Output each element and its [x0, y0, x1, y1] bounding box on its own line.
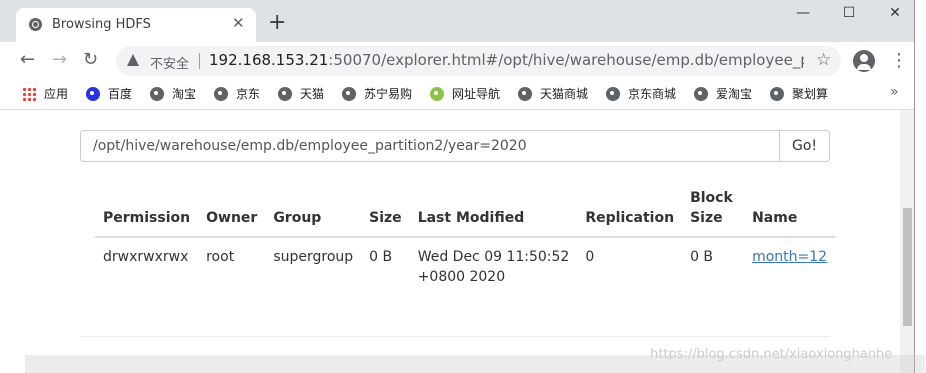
col-size[interactable]: Size	[361, 188, 410, 238]
minimize-icon[interactable]: —	[790, 5, 816, 27]
bookmark-hao[interactable]: 网址导航	[430, 85, 500, 102]
more-menu-icon[interactable]: ⋮	[890, 50, 908, 71]
directory-link[interactable]: month=12	[752, 249, 827, 265]
bookmark-suning[interactable]: 苏宁易购	[342, 85, 412, 102]
bookmarks-bar: 应用 百度 淘宝 京东 天猫 苏宁易购 网址导航 天猫商城 京东商城 爱淘宝 聚…	[0, 79, 914, 110]
forward-arrow-icon[interactable]: →	[52, 49, 67, 70]
hao-icon	[430, 87, 444, 101]
col-permission[interactable]: Permission	[95, 188, 199, 238]
url-path: :50070/explorer.html#/opt/hive/warehouse…	[328, 51, 804, 69]
globe-icon	[214, 87, 228, 101]
last-modified-line-2: +0800 2020	[417, 269, 506, 285]
table-row: drwxrwxrwx root supergroup 0 B Wed Dec 0…	[95, 237, 835, 295]
baidu-icon	[86, 87, 100, 101]
col-last-modified[interactable]: Last Modified	[409, 188, 578, 238]
chevron-right-icon[interactable]: »	[890, 84, 899, 100]
address-bar[interactable]: 不安全 192.168.153.21:50070/explorer.html#/…	[116, 46, 841, 76]
address-separator	[199, 53, 200, 69]
close-window-icon[interactable]: ✕	[882, 5, 908, 27]
globe-icon	[342, 87, 356, 101]
globe-icon	[770, 87, 784, 101]
back-arrow-icon[interactable]: ←	[20, 49, 35, 70]
globe-icon	[278, 87, 292, 101]
url-host: 192.168.153.21	[209, 51, 329, 69]
bookmark-juhuasuan[interactable]: 聚划算	[770, 85, 828, 102]
cell-permission: drwxrwxrwx	[103, 249, 189, 265]
bookmark-label: 网址导航	[452, 87, 501, 101]
bookmark-label: 京东商城	[628, 87, 677, 101]
bookmark-taobao[interactable]: 淘宝	[150, 85, 196, 102]
bookmark-label: 聚划算	[792, 87, 829, 101]
col-replication[interactable]: Replication	[577, 188, 683, 238]
insecure-label[interactable]: 不安全	[150, 53, 189, 72]
cell-group: supergroup	[273, 249, 354, 265]
warning-icon	[127, 54, 139, 66]
cell-name: month=12	[744, 237, 835, 295]
bookmark-label: 天猫商城	[540, 87, 589, 101]
bookmark-label: 百度	[108, 87, 133, 101]
cell-replication: 0	[585, 249, 595, 265]
globe-icon	[29, 18, 42, 31]
maximize-icon[interactable]: ☐	[836, 5, 862, 27]
cell-block-size: 0 B	[690, 249, 714, 265]
bookmark-label: 苏宁易购	[364, 87, 413, 101]
col-name[interactable]: Name	[744, 188, 836, 238]
path-input[interactable]	[80, 130, 780, 162]
bookmark-jd-mall[interactable]: 京东商城	[606, 85, 676, 102]
close-tab-icon[interactable]: ✕	[232, 14, 245, 32]
go-button[interactable]: Go!	[779, 130, 830, 162]
tab-browsing-hdfs[interactable]: Browsing HDFS ✕	[16, 8, 256, 42]
cell-owner: root	[206, 249, 235, 265]
bookmark-star-icon[interactable]: ☆	[816, 50, 831, 70]
bookmark-label: 应用	[44, 87, 69, 101]
bookmark-label: 淘宝	[172, 87, 197, 101]
cell-size: 0 B	[369, 249, 393, 265]
browser-window: Browsing HDFS ✕ + — ☐ ✕ ← → ↻ 不安全 192.16…	[0, 0, 915, 373]
browser-toolbar: ← → ↻ 不安全 192.168.153.21:50070/explorer.…	[0, 42, 914, 79]
cell-last-modified: Wed Dec 09 11:50:52 +0800 2020	[410, 237, 578, 295]
hdfs-explorer: Go! Permission Owner Group Size Last Mod…	[0, 110, 900, 373]
globe-icon	[606, 87, 620, 101]
bookmark-tmall-mall[interactable]: 天猫商城	[518, 85, 588, 102]
apps-icon	[22, 87, 36, 101]
divider	[80, 336, 830, 337]
title-bar: Browsing HDFS ✕ + — ☐ ✕	[0, 0, 914, 42]
globe-icon	[518, 87, 532, 101]
scrollbar-thumb[interactable]	[903, 208, 912, 326]
bookmark-label: 京东	[236, 87, 261, 101]
bookmark-tmall[interactable]: 天猫	[278, 85, 324, 102]
col-group[interactable]: Group	[265, 188, 362, 238]
file-table: Permission Owner Group Size Last Modifie…	[95, 188, 836, 295]
bookmark-ai-taobao[interactable]: 爱淘宝	[694, 85, 752, 102]
last-modified-line-1: Wed Dec 09 11:50:52	[417, 249, 570, 265]
table-header-row: Permission Owner Group Size Last Modifie…	[95, 188, 836, 238]
bookmark-jd[interactable]: 京东	[214, 85, 260, 102]
bookmark-apps[interactable]: 应用	[22, 85, 68, 102]
url-text[interactable]: 192.168.153.21:50070/explorer.html#/opt/…	[209, 51, 804, 69]
globe-icon	[150, 87, 164, 101]
reload-icon[interactable]: ↻	[83, 49, 98, 70]
profile-avatar-icon[interactable]	[853, 50, 875, 72]
watermark: https://blog.csdn.net/xiaoxionghanhe	[650, 347, 893, 362]
col-owner[interactable]: Owner	[198, 188, 266, 238]
bookmark-baidu[interactable]: 百度	[86, 85, 132, 102]
col-block-size[interactable]: Block Size	[682, 188, 745, 238]
globe-icon	[694, 87, 708, 101]
background-window-edge	[914, 0, 926, 373]
tab-title: Browsing HDFS	[52, 17, 151, 32]
bookmark-label: 天猫	[300, 87, 325, 101]
bookmark-label: 爱淘宝	[716, 87, 753, 101]
new-tab-icon[interactable]: +	[268, 12, 286, 34]
